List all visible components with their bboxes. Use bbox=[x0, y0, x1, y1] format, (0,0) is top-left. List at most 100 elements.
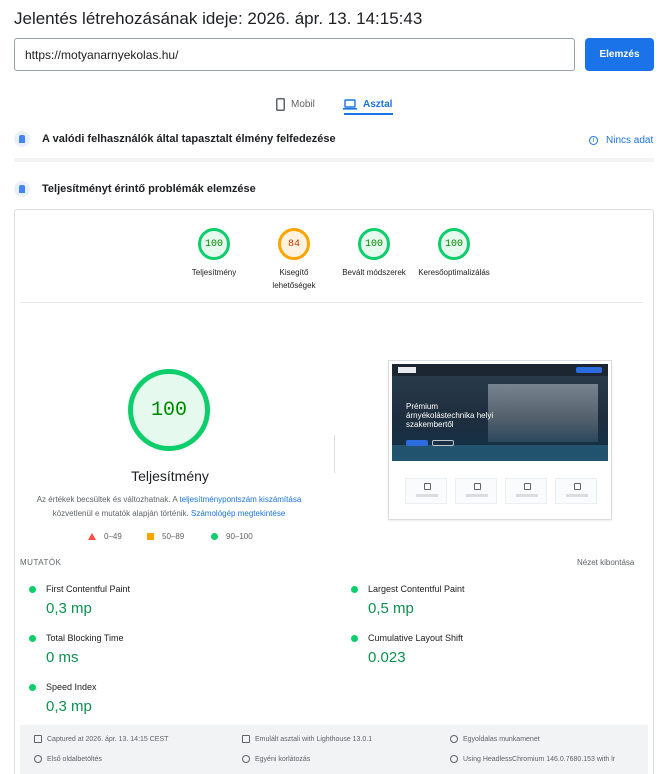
gauge-ring: 100 bbox=[358, 228, 390, 260]
lab-data-title: Teljesítményt érintő problémák elemzése bbox=[42, 183, 256, 195]
footer-first-load-text: Első oldalbetöltés bbox=[47, 755, 102, 763]
gauge-accessibility[interactable]: 84 Kisegítő lehetőségek bbox=[254, 228, 334, 292]
gauge-ring: 100 bbox=[438, 228, 470, 260]
section-divider bbox=[14, 158, 654, 162]
phone-icon bbox=[276, 97, 285, 111]
metric-cls: Cumulative Layout Shift 0.023 bbox=[351, 633, 463, 666]
vertical-divider bbox=[334, 435, 335, 473]
calculator-link[interactable]: Számológép megtekintése bbox=[191, 509, 285, 518]
footer-throttling-text: Egyéni korlátozás bbox=[255, 755, 311, 763]
pass-icon bbox=[351, 634, 358, 642]
info-icon: i bbox=[589, 136, 598, 145]
score-note-text-2: közvetlenül e mutatók alapján történik. bbox=[52, 509, 189, 518]
metric-name: Largest Contentful Paint bbox=[368, 584, 465, 594]
footer-captured-text: Captured at 2026. ápr. 13. 14:15 CEST bbox=[47, 735, 169, 743]
legend-range: 90–100 bbox=[226, 532, 253, 541]
active-tab-indicator bbox=[344, 113, 393, 115]
no-data-label: Nincs adat bbox=[606, 135, 654, 146]
gauge-label: Keresőoptimalizálás bbox=[418, 268, 490, 277]
tab-mobile[interactable]: Mobil bbox=[276, 92, 315, 116]
field-data-section-header: A valódi felhasználók által tapasztalt é… bbox=[14, 131, 336, 147]
desktop-icon bbox=[242, 735, 250, 743]
tab-mobile-label: Mobil bbox=[291, 98, 315, 110]
screenshot-tile bbox=[405, 478, 447, 504]
legend-range: 0–49 bbox=[104, 532, 122, 541]
screenshot-tile bbox=[455, 478, 497, 504]
footer-session-text: Egyoldalas munkamenet bbox=[463, 735, 540, 743]
screenshot-logo bbox=[398, 367, 416, 373]
footer-first-load: Első oldalbetöltés bbox=[34, 755, 102, 763]
metric-lcp: Largest Contentful Paint 0,5 mp bbox=[351, 584, 465, 617]
legend-average: 50–89 bbox=[147, 532, 184, 541]
screenshot-hero: Prémium árnyékolástechnika helyi szakemb… bbox=[392, 364, 608, 461]
metric-value: 0 ms bbox=[46, 649, 79, 666]
legend-fail: 0–49 bbox=[88, 532, 122, 541]
field-data-title: A valódi felhasználók által tapasztalt é… bbox=[42, 133, 336, 145]
triangle-icon bbox=[88, 533, 96, 540]
gauge-best-practices[interactable]: 100 Bevált módszerek bbox=[334, 228, 414, 279]
metric-fcp: First Contentful Paint 0,3 mp bbox=[29, 584, 130, 617]
no-data-indicator[interactable]: i Nincs adat bbox=[589, 135, 653, 146]
legend-range: 50–89 bbox=[162, 532, 185, 541]
report-title: Jelentés létrehozásának ideje: 2026. ápr… bbox=[14, 9, 423, 28]
lighthouse-report-card: 100 Teljesítmény 84 Kisegítő lehetőségek… bbox=[14, 209, 654, 774]
score-note: Az értékek becsültek és változhatnak. A … bbox=[33, 493, 305, 521]
users-icon bbox=[14, 131, 30, 147]
pass-icon bbox=[351, 585, 358, 593]
performance-score-label: Teljesítmény bbox=[131, 468, 209, 484]
metric-value: 0,5 mp bbox=[368, 600, 414, 617]
circle-icon bbox=[211, 533, 218, 540]
diagnostics-icon bbox=[14, 181, 30, 197]
analyze-button[interactable]: Elemzés bbox=[585, 38, 654, 71]
screenshot-tile bbox=[555, 478, 597, 504]
metric-tbt: Total Blocking Time 0 ms bbox=[29, 633, 124, 666]
footer-browser-text: Using HeadlessChromium 146.0.7680.153 wi… bbox=[463, 755, 616, 763]
runtime-settings-footer: Captured at 2026. ápr. 13. 14:15 CEST Em… bbox=[20, 725, 648, 774]
screenshot-primary-button bbox=[406, 440, 428, 446]
gauges-divider bbox=[20, 302, 643, 303]
metrics-heading: MUTATÓK bbox=[20, 558, 62, 567]
gauge-seo[interactable]: 100 Keresőoptimalizálás bbox=[414, 228, 494, 279]
browser-icon bbox=[450, 755, 458, 763]
expand-view-toggle[interactable]: Nézet kibontása bbox=[577, 558, 634, 567]
metric-speed-index: Speed Index 0,3 mp bbox=[29, 682, 97, 715]
calendar-icon bbox=[34, 735, 42, 743]
screenshot-house-image bbox=[488, 384, 598, 442]
metric-name: First Contentful Paint bbox=[46, 584, 131, 594]
url-input[interactable] bbox=[14, 38, 575, 71]
wifi-icon bbox=[242, 755, 250, 763]
screenshot-heading: Prémium árnyékolástechnika helyi szakemb… bbox=[406, 402, 494, 429]
gauge-label: Kisegítő lehetőségek bbox=[272, 268, 316, 290]
gauge-performance[interactable]: 100 Teljesítmény bbox=[174, 228, 254, 279]
timer-icon bbox=[34, 755, 42, 763]
footer-throttling: Egyéni korlátozás bbox=[242, 755, 310, 763]
gauge-label: Teljesítmény bbox=[191, 268, 237, 277]
lab-data-section-header: Teljesítményt érintő problémák elemzése bbox=[14, 181, 256, 197]
tab-desktop-label: Asztal bbox=[363, 98, 393, 110]
footer-session: Egyoldalas munkamenet bbox=[450, 735, 540, 743]
metric-value: 0,3 mp bbox=[46, 698, 92, 715]
footer-emulated-text: Emulált asztali with Lighthouse 13.0.1 bbox=[255, 735, 373, 743]
screenshot-navbar bbox=[392, 364, 608, 376]
metric-value: 0,3 mp bbox=[46, 600, 92, 617]
pass-icon bbox=[29, 683, 36, 691]
score-note-text: Az értékek becsültek és változhatnak. A bbox=[36, 495, 180, 504]
score-calculation-link[interactable]: teljesítménypontszám kiszámítása bbox=[179, 495, 301, 504]
screenshot-secondary-button bbox=[432, 440, 454, 446]
pass-icon bbox=[29, 634, 36, 642]
legend-pass: 90–100 bbox=[211, 532, 253, 541]
square-icon bbox=[147, 533, 154, 540]
gauge-label: Bevált módszerek bbox=[342, 268, 406, 277]
pass-icon bbox=[29, 585, 36, 593]
footer-captured: Captured at 2026. ápr. 13. 14:15 CEST bbox=[34, 735, 168, 743]
final-screenshot[interactable]: Prémium árnyékolástechnika helyi szakemb… bbox=[388, 360, 612, 520]
metric-name: Total Blocking Time bbox=[46, 633, 124, 643]
laptop-icon bbox=[343, 98, 357, 110]
gauge-ring: 100 bbox=[198, 228, 230, 260]
metric-name: Cumulative Layout Shift bbox=[368, 633, 464, 643]
screenshot-nav-button bbox=[576, 367, 602, 373]
metric-name: Speed Index bbox=[46, 682, 97, 692]
metric-value: 0.023 bbox=[368, 649, 406, 666]
footer-emulated: Emulált asztali with Lighthouse 13.0.1 bbox=[242, 735, 372, 743]
performance-score-gauge: 100 bbox=[128, 369, 210, 451]
